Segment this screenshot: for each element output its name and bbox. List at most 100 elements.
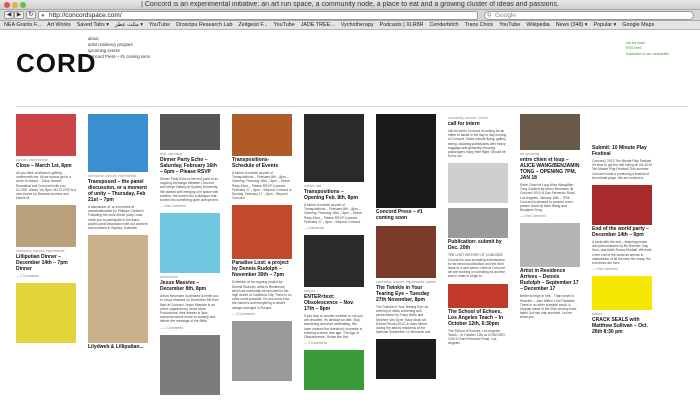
post-thumbnail[interactable] — [448, 163, 508, 204]
post-thumbnail[interactable] — [448, 283, 508, 308]
post-thumbnail[interactable] — [592, 185, 652, 226]
post-thumbnail[interactable] — [520, 114, 580, 150]
post-title[interactable]: End of the world party – December 14th –… — [592, 226, 652, 238]
post-comments-link[interactable]: 3 Comments — [232, 312, 292, 316]
post-category[interactable]: passed — [592, 312, 652, 316]
bookmark-item[interactable]: Popular ▾ — [593, 21, 616, 29]
post-comments-link[interactable]: Comments — [304, 226, 364, 230]
post-title[interactable]: entre chien et loup – ALICE WANG/BENJAMI… — [520, 157, 580, 181]
post-title[interactable]: Publication: submit by Dec. 20th — [448, 239, 508, 251]
post-thumbnail[interactable] — [160, 334, 220, 395]
post-card[interactable]: Concord Press – #1 coming soon — [376, 114, 436, 221]
post-title[interactable]: ENTER<text: Obsolescence – Nov. 17th – 8… — [304, 294, 364, 312]
post-thumbnail[interactable] — [592, 276, 652, 311]
post-thumbnail[interactable] — [232, 320, 292, 381]
bookmark-item[interactable]: Droscipu Research Lab — [176, 21, 232, 29]
back-button[interactable]: ◀ — [4, 11, 14, 19]
post-thumbnail[interactable] — [88, 114, 148, 172]
post-title[interactable]: Jesus Massive – December 8th, 8pm — [160, 280, 220, 292]
bookmark-item[interactable]: YouTube — [499, 21, 520, 29]
post-title[interactable]: Lilliputian Dinner – December 14th – 7pm… — [16, 254, 76, 272]
search-input[interactable]: ⚲ Google — [484, 11, 694, 20]
post-category[interactable]: concord — [304, 289, 364, 293]
post-card[interactable]: community, concord, experimental Lilliput… — [16, 205, 76, 278]
post-card[interactable]: concord, experimental Close – March 1st, … — [16, 114, 76, 200]
post-category[interactable]: community, concord, experimental — [16, 249, 76, 253]
bookmark-item[interactable]: Google Maps — [622, 21, 654, 29]
post-category[interactable]: community, concord, current — [448, 116, 508, 120]
bookmark-item[interactable]: Art Works — [47, 21, 71, 29]
bookmark-item[interactable]: YouTube — [274, 21, 295, 29]
post-category[interactable]: community, concord, experimental — [88, 174, 148, 178]
bookmark-item[interactable]: News (348) ▾ — [556, 21, 588, 29]
post-title[interactable]: Paradise Lost: a project by Dennis Rudol… — [232, 260, 292, 278]
post-title[interactable]: Transpositions- Schedule of Events — [232, 157, 292, 169]
post-card[interactable]: Lilydweb & Lilliputian... — [88, 235, 148, 350]
post-title[interactable]: The School of Echoes, Los Angeles Teach … — [448, 309, 508, 327]
subscribe-link[interactable]: subscribe to our newsletter — [626, 52, 669, 57]
post-comments-link[interactable]: One Comment — [520, 214, 580, 218]
post-comments-link[interactable]: 4 Comments — [304, 341, 364, 345]
post-comments-link[interactable]: One Comment — [592, 267, 652, 271]
post-thumbnail[interactable] — [16, 114, 76, 156]
post-card[interactable]: Publication: submit by Dec. 20th THE LOST… — [448, 208, 508, 278]
post-card[interactable]: End of the world party – December 14th –… — [592, 185, 652, 271]
post-thumbnail[interactable] — [520, 223, 580, 268]
post-title[interactable]: Concord Press – #1 coming soon — [376, 209, 436, 221]
bookmark-item[interactable]: مثلث عطر ▾ — [115, 21, 143, 29]
post-thumbnail[interactable] — [304, 235, 364, 288]
post-card[interactable]: performance Jesus Massive – December 8th,… — [160, 213, 220, 330]
post-thumbnail[interactable] — [16, 283, 76, 344]
bookmark-item[interactable]: Trans Chick — [465, 21, 494, 29]
bookmark-item[interactable]: Cenderbitch — [429, 21, 458, 29]
bookmark-item[interactable]: Zeitgeist F... — [238, 21, 267, 29]
post-title[interactable]: The Twinkle in Your Tearing Eye – Tuesda… — [376, 285, 436, 303]
post-thumbnail[interactable] — [376, 114, 436, 208]
post-thumbnail[interactable] — [16, 205, 76, 248]
post-category[interactable]: concord, experimental — [16, 158, 76, 162]
post-card[interactable] — [448, 163, 508, 204]
post-thumbnail[interactable] — [232, 114, 292, 156]
post-thumbnail[interactable] — [376, 339, 436, 380]
post-card[interactable]: current, rest Transpositions – Opening Fe… — [304, 114, 364, 230]
post-thumbnail[interactable] — [160, 114, 220, 150]
post-title[interactable]: Lilydweb & Lilliputian... — [88, 344, 148, 350]
post-card[interactable]: food, upcoming Dinner Party Echo – Saturd… — [160, 114, 220, 208]
post-title[interactable]: Transposed – the panel discussion, or a … — [88, 179, 148, 203]
post-thumbnail[interactable] — [448, 208, 508, 239]
bookmark-item[interactable]: Vychotherapy — [341, 21, 374, 29]
bookmark-item[interactable]: YouTube — [149, 21, 170, 29]
post-card[interactable]: passed CRACK SEALS with Matthew Sullivan … — [592, 276, 652, 335]
address-bar[interactable]: ● http://concordspace.com/ — [38, 11, 478, 20]
post-title[interactable]: Transpositions – Opening Feb. 8th, 8pm — [304, 189, 364, 201]
post-thumbnail[interactable] — [304, 114, 364, 182]
post-title[interactable]: call for intern — [448, 121, 508, 127]
bookmark-item[interactable]: Saved Tabs ▾ — [77, 21, 109, 29]
post-card[interactable] — [304, 350, 364, 391]
bookmark-item[interactable]: NEA Grants F... — [4, 21, 41, 29]
post-card[interactable]: community, concord, current call for inte… — [448, 116, 508, 158]
post-thumbnail[interactable] — [376, 226, 436, 278]
post-category[interactable]: performance — [160, 275, 220, 279]
post-thumbnail[interactable] — [304, 350, 364, 391]
post-card[interactable]: concord ENTER<text: Obsolescence – Nov. 1… — [304, 235, 364, 345]
post-comments-link[interactable]: One Comment — [160, 204, 220, 208]
bookmark-item[interactable]: Podcasts | XLR8R — [380, 21, 424, 29]
site-menu-item[interactable]: Concord Press – #1 coming soon — [88, 54, 150, 60]
post-comments-link[interactable]: 2 Comments — [16, 274, 76, 278]
post-category[interactable]: community, concord, experimental, passed — [376, 280, 436, 284]
reload-button[interactable]: ↻ — [26, 11, 36, 19]
post-title[interactable]: Artist in Residence Arrives – Dennis Rud… — [520, 268, 580, 292]
post-card[interactable]: Artist in Residence Arrives – Dennis Rud… — [520, 223, 580, 319]
post-title[interactable]: Close – March 1st, 8pm — [16, 163, 76, 169]
post-thumbnail[interactable] — [592, 114, 652, 144]
bookmark-item[interactable]: JADE TREE... — [301, 21, 335, 29]
post-thumbnail[interactable] — [232, 205, 292, 260]
post-category[interactable]: current, rest — [304, 184, 364, 188]
post-title[interactable]: Dinner Party Echo – Saturday, February 1… — [160, 157, 220, 175]
post-title[interactable]: CRACK SEALS with Matthew Sullivan – Oct.… — [592, 317, 652, 335]
post-category[interactable]: art, upcoming — [520, 152, 580, 156]
post-card[interactable]: community, concord, experimental, passed… — [376, 226, 436, 334]
post-title[interactable]: Submit: 10 Minute Play Festival — [592, 145, 652, 157]
post-comments-link[interactable]: 2 Comments — [160, 326, 220, 330]
